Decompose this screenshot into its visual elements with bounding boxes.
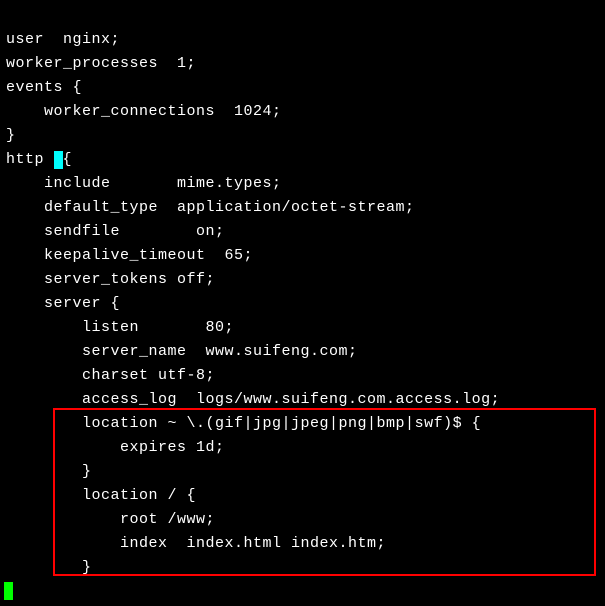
code-line: keepalive_timeout 65; <box>6 247 253 264</box>
code-line: worker_connections 1024; <box>6 103 282 120</box>
code-line: server_name www.suifeng.com; <box>6 343 358 360</box>
code-line: root /www; <box>6 511 215 528</box>
code-line: default_type application/octet-stream; <box>6 199 415 216</box>
cursor-icon <box>54 151 63 169</box>
code-line: worker_processes 1; <box>6 55 196 72</box>
code-line: } <box>6 559 92 576</box>
code-line: expires 1d; <box>6 439 225 456</box>
code-line: location ~ \.(gif|jpg|jpeg|png|bmp|swf)$… <box>6 415 481 432</box>
code-line: server_tokens off; <box>6 271 215 288</box>
code-line: } <box>6 127 16 144</box>
config-code: user nginx; worker_processes 1; events {… <box>6 28 599 580</box>
code-line: listen 80; <box>6 319 234 336</box>
code-line: events { <box>6 79 82 96</box>
code-line: index index.html index.htm; <box>6 535 386 552</box>
terminal-window: user nginx; worker_processes 1; events {… <box>0 0 605 606</box>
code-line-pre: http <box>6 151 54 168</box>
code-line: charset utf-8; <box>6 367 215 384</box>
code-line: location / { <box>6 487 196 504</box>
code-line: access_log logs/www.suifeng.com.access.l… <box>6 391 500 408</box>
prompt-cursor-icon <box>4 582 13 600</box>
code-line: server { <box>6 295 120 312</box>
code-line: sendfile on; <box>6 223 225 240</box>
code-line-post: { <box>63 151 73 168</box>
code-line: } <box>6 463 92 480</box>
code-line: include mime.types; <box>6 175 282 192</box>
code-line: user nginx; <box>6 31 120 48</box>
